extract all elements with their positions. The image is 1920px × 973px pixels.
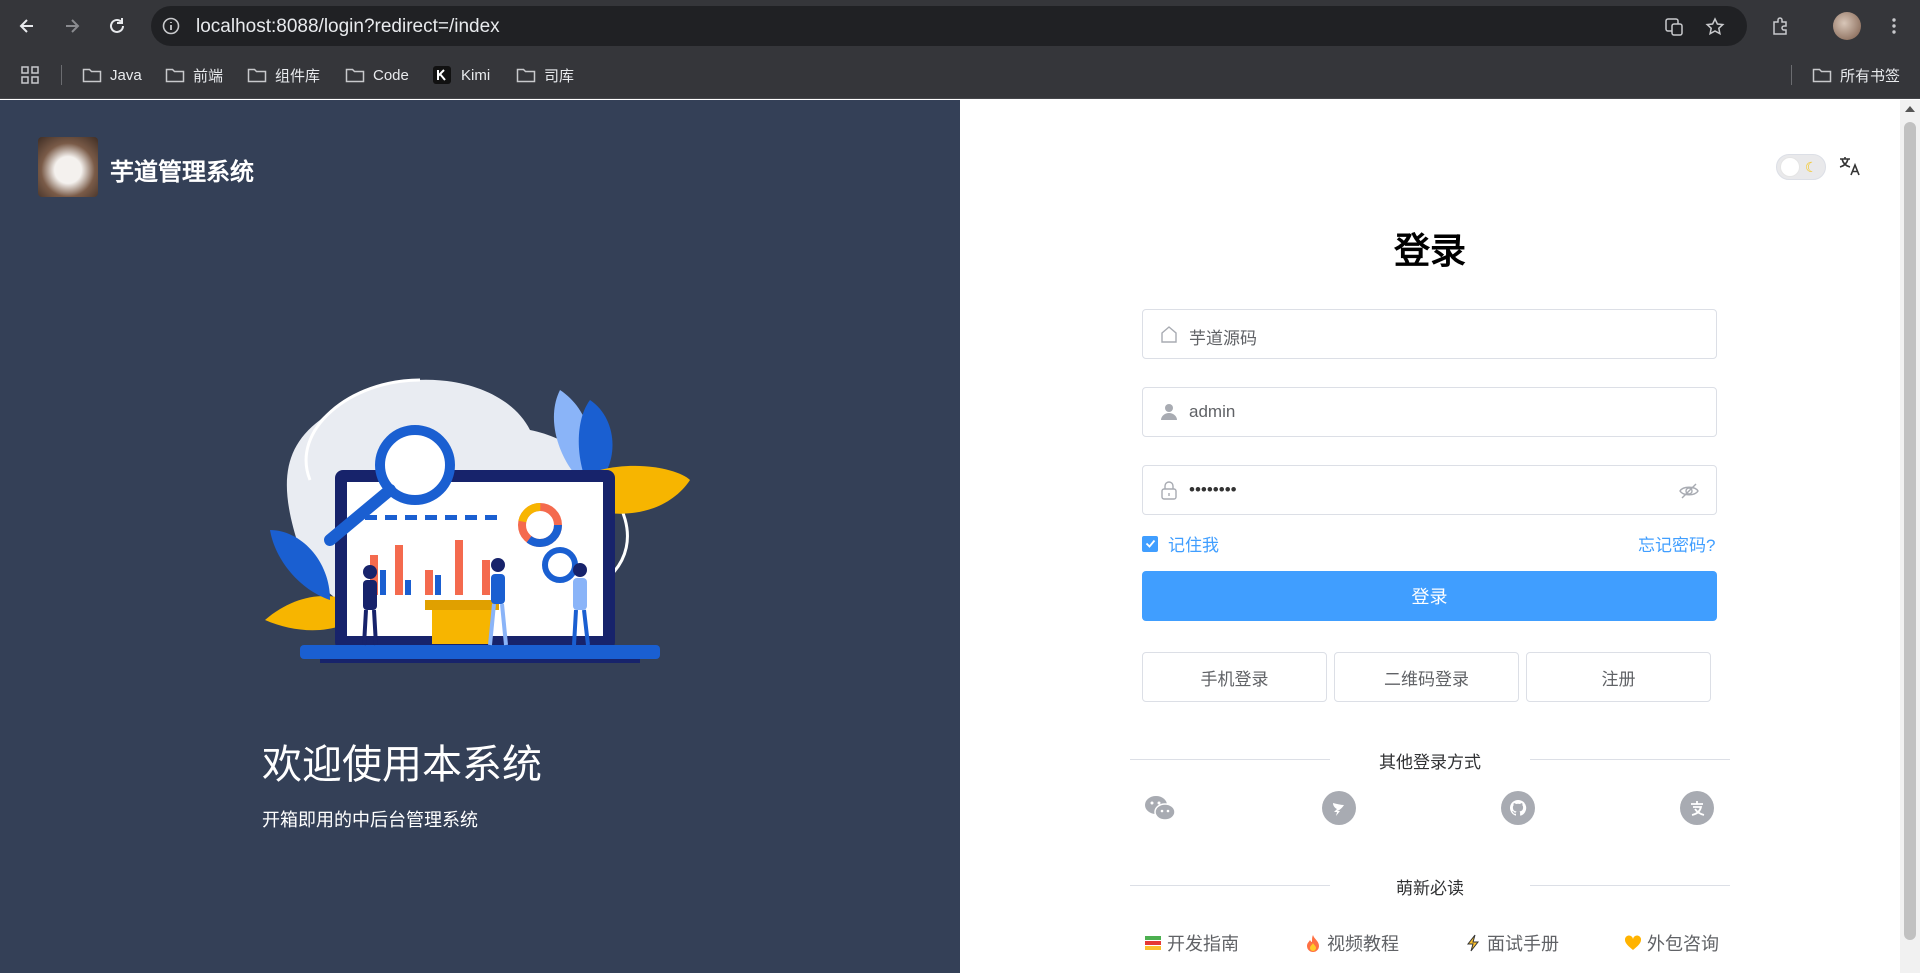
logo: [38, 137, 98, 197]
user-icon: [1161, 404, 1177, 420]
bookmark-label: 前端: [193, 67, 224, 85]
tenant-input[interactable]: 芋道源码: [1142, 309, 1717, 359]
bookmark-folder[interactable]: 司库: [516, 64, 574, 86]
site-info-icon[interactable]: [161, 16, 181, 36]
other-login-title: 其他登录方式: [1330, 748, 1530, 773]
book-icon: [1143, 933, 1163, 953]
lightning-icon: [1463, 933, 1483, 953]
bookmark-folder[interactable]: 组件库: [247, 64, 320, 86]
alipay-icon[interactable]: [1680, 791, 1714, 825]
register-button[interactable]: 注册: [1526, 652, 1711, 702]
phone-login-button[interactable]: 手机登录: [1142, 652, 1327, 702]
outsourcing-label[interactable]: 外包咨询: [1647, 930, 1719, 956]
login-illustration: [265, 378, 690, 663]
lock-icon: [1161, 481, 1177, 500]
bookmarks-separator: [1791, 65, 1792, 85]
all-bookmarks-label: 所有书签: [1840, 67, 1901, 85]
bookmarks-bar: Java 前端 组件库 Code Kimi 司库 所有书签: [0, 51, 1920, 99]
bookmark-star-icon[interactable]: [1704, 16, 1726, 38]
folder-icon: [516, 67, 536, 83]
folder-icon: [165, 67, 185, 83]
password-input[interactable]: ••••••••: [1142, 465, 1717, 515]
bookmark-label: 组件库: [275, 67, 321, 85]
fire-icon: [1303, 933, 1323, 953]
brand-title: 芋道管理系统: [110, 159, 254, 186]
eye-hidden-icon[interactable]: [1678, 480, 1700, 502]
remember-checkbox[interactable]: [1142, 535, 1158, 552]
address-bar[interactable]: localhost:8088/login?redirect=/index: [151, 6, 1747, 46]
folder-icon: [345, 67, 365, 83]
wechat-icon[interactable]: [1143, 791, 1177, 825]
bookmarks-separator: [61, 65, 62, 85]
remember-me[interactable]: 记住我: [1142, 531, 1219, 556]
bookmark-label: Code: [373, 66, 409, 84]
interview-handbook-link[interactable]: 面试手册: [1463, 930, 1559, 956]
interview-handbook-label[interactable]: 面试手册: [1487, 930, 1559, 956]
menu-icon[interactable]: [1880, 12, 1908, 40]
forward-icon[interactable]: [58, 12, 86, 40]
bookmark-label: Java: [110, 66, 142, 84]
welcome-subtitle: 开箱即用的中后台管理系统: [262, 810, 478, 830]
browser-toolbar: localhost:8088/login?redirect=/index: [0, 0, 1920, 51]
password-value[interactable]: ••••••••: [1189, 480, 1237, 500]
heart-hands-icon: [1623, 933, 1643, 953]
remember-label[interactable]: 记住我: [1168, 531, 1219, 556]
bookmark-label: Kimi: [461, 66, 491, 84]
dev-guide-label[interactable]: 开发指南: [1167, 930, 1239, 956]
profile-avatar[interactable]: [1833, 12, 1861, 40]
back-icon[interactable]: [13, 12, 41, 40]
folder-icon: [247, 67, 267, 83]
qrcode-login-button[interactable]: 二维码登录: [1334, 652, 1519, 702]
bookmark-folder[interactable]: Code: [345, 64, 409, 86]
welcome-title: 欢迎使用本系统: [262, 743, 542, 787]
forgot-password-link[interactable]: 忘记密码?: [1638, 531, 1715, 556]
all-bookmarks[interactable]: 所有书签: [1812, 64, 1900, 86]
folder-icon: [82, 67, 102, 83]
extensions-icon[interactable]: [1766, 12, 1794, 40]
username-value[interactable]: admin: [1189, 402, 1235, 422]
toggle-knob: [1780, 157, 1800, 177]
dingtalk-icon[interactable]: [1322, 791, 1356, 825]
apps-grid-icon[interactable]: [20, 64, 40, 86]
house-icon: [1161, 326, 1177, 343]
bookmark-link[interactable]: Kimi: [433, 64, 490, 86]
bookmark-label: 司库: [544, 67, 575, 85]
kimi-logo-icon: [433, 66, 453, 84]
url-text[interactable]: localhost:8088/login?redirect=/index: [196, 16, 500, 38]
login-button[interactable]: 登录: [1142, 571, 1717, 621]
video-tutorial-label[interactable]: 视频教程: [1327, 930, 1399, 956]
translate-page-icon[interactable]: [1663, 16, 1685, 38]
theme-toggle[interactable]: ☾: [1776, 154, 1826, 180]
check-icon: [1145, 539, 1155, 548]
folder-icon: [1812, 67, 1832, 83]
scroll-up-arrow-icon[interactable]: [1905, 106, 1915, 112]
news-title: 萌新必读: [1330, 874, 1530, 899]
page-scrollbar[interactable]: [1900, 100, 1920, 973]
video-tutorial-link[interactable]: 视频教程: [1303, 930, 1399, 956]
login-title: 登录: [1393, 230, 1466, 271]
reload-icon[interactable]: [103, 12, 131, 40]
left-panel: 芋道管理系统 欢迎使用本系统 开箱即用的中后台管理系统: [0, 100, 960, 973]
bookmark-folder[interactable]: Java: [82, 64, 142, 86]
language-icon[interactable]: [1838, 154, 1862, 178]
username-input[interactable]: admin: [1142, 387, 1717, 437]
scrollbar-thumb[interactable]: [1904, 122, 1916, 940]
outsourcing-link[interactable]: 外包咨询: [1623, 930, 1719, 956]
dev-guide-link[interactable]: 开发指南: [1143, 930, 1239, 956]
github-icon[interactable]: [1501, 791, 1535, 825]
moon-icon: ☾: [1805, 159, 1818, 175]
bookmark-folder[interactable]: 前端: [165, 64, 223, 86]
tenant-value[interactable]: 芋道源码: [1189, 324, 1257, 349]
